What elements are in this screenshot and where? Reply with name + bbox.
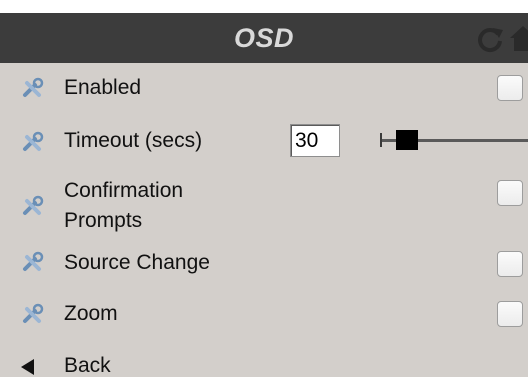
tools-icon: [23, 77, 44, 97]
setting-row-enabled: Enabled: [0, 72, 528, 104]
refresh-icon[interactable]: [476, 25, 504, 53]
timeout-input[interactable]: [290, 124, 340, 157]
home-icon[interactable]: [510, 24, 528, 52]
setting-row-timeout: Timeout (secs): [0, 126, 528, 158]
setting-row-source-change: Source Change: [0, 246, 528, 278]
tools-icon: [23, 251, 44, 271]
confirmation-prompts-checkbox[interactable]: [497, 180, 523, 206]
setting-label-source-change: Source Change: [64, 251, 210, 274]
setting-row-zoom: Zoom: [0, 297, 528, 329]
tools-icon: [23, 131, 44, 151]
setting-row-confirmation-prompts: Confirmation Prompts: [0, 178, 528, 236]
back-label: Back: [64, 354, 111, 377]
header-bar: OSD: [0, 13, 528, 63]
tools-icon: [23, 195, 44, 215]
setting-label-confirmation-line1: Confirmation: [64, 179, 184, 202]
enabled-checkbox[interactable]: [497, 75, 523, 101]
zoom-checkbox[interactable]: [497, 301, 523, 327]
setting-label-zoom: Zoom: [64, 302, 118, 325]
setting-label-confirmation-line2: Prompts: [64, 209, 143, 232]
source-change-checkbox[interactable]: [497, 251, 523, 277]
page-title: OSD: [233, 23, 294, 53]
back-button[interactable]: Back: [0, 348, 528, 377]
setting-label-timeout: Timeout (secs): [64, 129, 203, 152]
setting-label-enabled: Enabled: [64, 76, 142, 99]
timeout-slider-handle[interactable]: [396, 130, 418, 150]
timeout-slider-min-tick: [380, 133, 382, 147]
back-arrow-icon: [21, 359, 34, 375]
tools-icon: [23, 303, 44, 323]
